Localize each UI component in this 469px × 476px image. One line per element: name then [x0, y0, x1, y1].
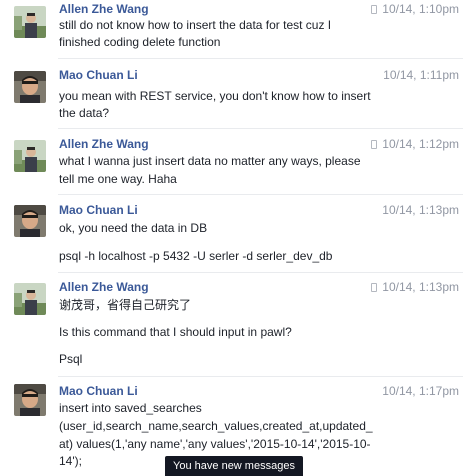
timestamp-text: 10/14, 1:13pm — [382, 280, 459, 294]
author-name[interactable]: Allen Zhe Wang — [59, 280, 149, 294]
profile-photo-outdoor-icon — [14, 6, 46, 38]
mobile-phone-icon — [371, 139, 378, 149]
message-thread: Allen Zhe Wang 10/14, 1:10pm still do no… — [0, 0, 469, 476]
message-text: at) values(1,'any name','any values','20… — [59, 437, 371, 451]
timestamp-text: 10/14, 1:13pm — [382, 203, 459, 217]
timestamp-text: 10/14, 1:12pm — [382, 137, 459, 151]
mobile-phone-icon — [371, 4, 378, 14]
profile-photo-portrait-icon — [14, 71, 46, 103]
timestamp-text: 10/14, 1:17pm — [382, 384, 459, 398]
divider — [58, 128, 463, 129]
profile-photo-outdoor-icon — [14, 140, 46, 172]
divider — [58, 272, 463, 273]
message-timestamp: 10/14, 1:12pm — [371, 137, 459, 151]
message-text: Psql — [59, 352, 83, 366]
message-text: 谢茂哥，省得自己研究了 — [59, 298, 192, 312]
message-timestamp: 10/14, 1:17pm — [382, 384, 459, 398]
message-timestamp: 10/14, 1:13pm — [371, 280, 459, 294]
avatar[interactable] — [14, 384, 46, 416]
author-name[interactable]: Allen Zhe Wang — [59, 137, 149, 151]
avatar[interactable] — [14, 283, 46, 315]
divider — [58, 58, 463, 59]
message-text: ok, you need the data in DB — [59, 221, 208, 235]
message-timestamp: 10/14, 1:10pm — [371, 2, 459, 16]
profile-photo-outdoor-icon — [14, 283, 46, 315]
author-name[interactable]: Mao Chuan Li — [59, 68, 138, 82]
avatar[interactable] — [14, 205, 46, 237]
author-name[interactable]: Mao Chuan Li — [59, 203, 138, 217]
message-text: what I wanna just insert data no matter … — [59, 154, 361, 168]
timestamp-text: 10/14, 1:10pm — [382, 2, 459, 16]
message-timestamp: 10/14, 1:13pm — [382, 203, 459, 217]
timestamp-text: 10/14, 1:11pm — [383, 68, 459, 82]
message-text: (user_id,search_name,search_values,creat… — [59, 419, 373, 433]
author-name[interactable]: Allen Zhe Wang — [59, 2, 149, 16]
message-text: the data? — [59, 106, 110, 120]
message-text: still do not know how to insert the data… — [59, 18, 332, 32]
message-text: psql -h localhost -p 5432 -U serler -d s… — [59, 249, 333, 263]
avatar[interactable] — [14, 140, 46, 172]
new-messages-toast[interactable]: You have new messages — [165, 456, 303, 476]
message-text: insert into saved_searches — [59, 401, 202, 415]
profile-photo-portrait-icon — [14, 205, 46, 237]
mobile-phone-icon — [371, 282, 378, 292]
message-text: tell me one way. Haha — [59, 172, 177, 186]
avatar[interactable] — [14, 6, 46, 38]
message-text: finished coding delete function — [59, 35, 221, 49]
avatar[interactable] — [14, 71, 46, 103]
divider — [58, 376, 463, 377]
author-name[interactable]: Mao Chuan Li — [59, 384, 138, 398]
message-timestamp: 10/14, 1:11pm — [383, 68, 459, 82]
profile-photo-portrait-icon — [14, 384, 46, 416]
message-text: you mean with REST service, you don't kn… — [59, 89, 371, 103]
message-text: Is this command that I should input in p… — [59, 325, 292, 339]
divider — [58, 194, 463, 195]
